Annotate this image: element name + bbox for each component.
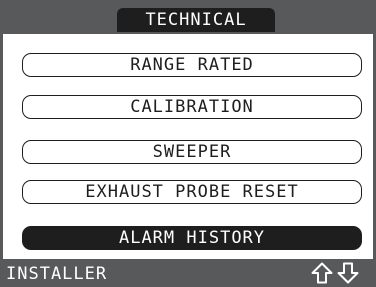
menu-item-alarm-history[interactable]: ALARM HISTORY bbox=[22, 226, 362, 250]
menu-item-range-rated[interactable]: RANGE RATED bbox=[22, 53, 362, 77]
arrow-down-icon[interactable] bbox=[337, 262, 359, 284]
technical-menu-screen: TECHNICAL RANGE RATED CALIBRATION SWEEPE… bbox=[0, 0, 376, 287]
header-bar: TECHNICAL bbox=[0, 0, 376, 34]
menu-item-calibration[interactable]: CALIBRATION bbox=[22, 95, 362, 119]
menu-item-exhaust-probe-reset[interactable]: EXHAUST PROBE RESET bbox=[22, 180, 362, 204]
screen-title: TECHNICAL bbox=[117, 8, 275, 32]
menu-item-sweeper[interactable]: SWEEPER bbox=[22, 140, 362, 164]
footer-bar: INSTALLER bbox=[0, 259, 376, 287]
installer-mode-label: INSTALLER bbox=[6, 264, 108, 284]
arrow-up-icon[interactable] bbox=[311, 262, 333, 284]
